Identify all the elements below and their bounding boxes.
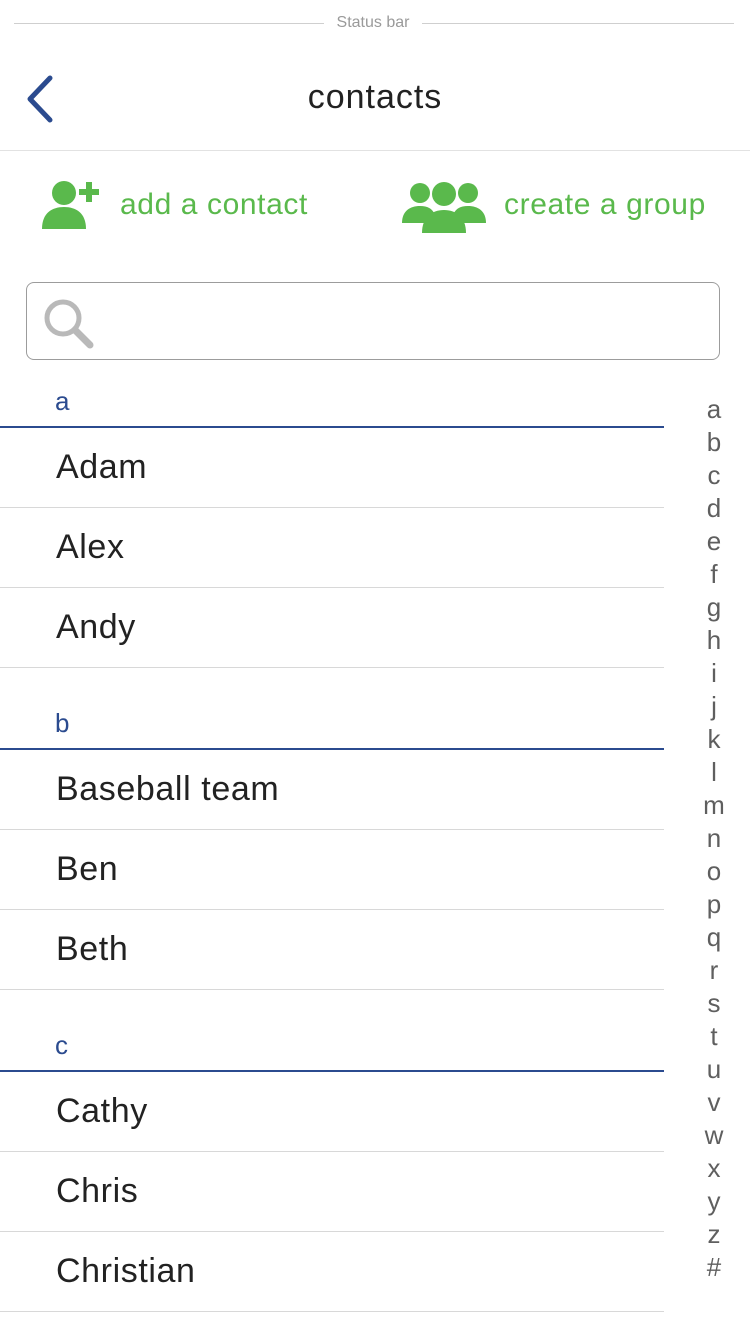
contact-row[interactable]: Chris [0, 1152, 664, 1232]
index-letter[interactable]: # [696, 1251, 732, 1284]
index-letter[interactable]: w [696, 1119, 732, 1152]
alphabet-index: a b c d e f g h i j k l m n o p q r s t … [696, 393, 732, 1284]
index-letter[interactable]: z [696, 1218, 732, 1251]
section-header-a: a [0, 370, 664, 428]
search-input[interactable] [107, 293, 711, 351]
add-contact-button[interactable]: add a contact [42, 172, 308, 238]
contact-name: Baseball team [56, 770, 280, 808]
contact-name: Alex [56, 528, 125, 566]
contact-row[interactable]: Baseball team [0, 750, 664, 830]
contact-name: Cathy [56, 1092, 148, 1130]
index-letter[interactable]: o [696, 855, 732, 888]
contact-name: Beth [56, 930, 129, 968]
index-letter[interactable]: r [696, 954, 732, 987]
index-letter[interactable]: t [696, 1020, 732, 1053]
add-contact-label: add a contact [120, 188, 308, 221]
index-letter[interactable]: n [696, 822, 732, 855]
index-letter[interactable]: m [696, 789, 732, 822]
index-letter[interactable]: k [696, 723, 732, 756]
search-icon [44, 299, 94, 349]
contact-name: Christian [56, 1252, 196, 1290]
contact-row[interactable]: Ben [0, 830, 664, 910]
index-letter[interactable]: s [696, 987, 732, 1020]
contact-row[interactable]: Beth [0, 910, 664, 990]
index-letter[interactable]: f [696, 558, 732, 591]
index-letter[interactable]: p [696, 888, 732, 921]
section-header-b: b [0, 692, 664, 750]
status-bar-rule-right [422, 23, 734, 24]
index-letter[interactable]: l [696, 756, 732, 789]
search-box [26, 282, 720, 360]
index-letter[interactable]: g [696, 591, 732, 624]
contact-row[interactable]: Adam [0, 428, 664, 508]
contact-row[interactable]: Cathy [0, 1072, 664, 1152]
section-letter: c [55, 1030, 68, 1060]
contact-row[interactable]: Andy [0, 588, 664, 668]
index-letter[interactable]: i [696, 657, 732, 690]
create-group-label: create a group [504, 188, 706, 221]
page-title: contacts [307, 78, 443, 116]
index-letter[interactable]: b [696, 426, 732, 459]
index-letter[interactable]: u [696, 1053, 732, 1086]
contact-list: a Adam Alex Andy b Baseball team Ben Bet… [0, 370, 664, 1312]
index-letter[interactable]: v [696, 1086, 732, 1119]
contact-name: Chris [56, 1172, 139, 1210]
status-bar-label: Status bar [336, 14, 410, 31]
contact-name: Ben [56, 850, 119, 888]
group-icon [402, 182, 486, 233]
index-letter[interactable]: y [696, 1185, 732, 1218]
section-header-c: c [0, 1014, 664, 1072]
index-letter[interactable]: c [696, 459, 732, 492]
index-letter[interactable]: x [696, 1152, 732, 1185]
contact-row[interactable]: Alex [0, 508, 664, 588]
add-person-icon [42, 181, 99, 229]
index-letter[interactable]: q [696, 921, 732, 954]
status-bar-rule-left [14, 23, 324, 24]
index-letter[interactable]: j [696, 690, 732, 723]
status-bar: Status bar [0, 0, 750, 46]
section-letter: a [55, 386, 70, 416]
create-group-button[interactable]: create a group [400, 172, 706, 238]
index-letter[interactable]: d [696, 492, 732, 525]
index-letter[interactable]: e [696, 525, 732, 558]
section-letter: b [55, 708, 70, 738]
index-letter[interactable]: h [696, 624, 732, 657]
nav-bar: contacts [0, 46, 750, 151]
contact-name: Adam [56, 448, 148, 486]
contact-row[interactable]: Christian [0, 1232, 664, 1312]
index-letter[interactable]: a [696, 393, 732, 426]
contact-name: Andy [56, 608, 136, 646]
